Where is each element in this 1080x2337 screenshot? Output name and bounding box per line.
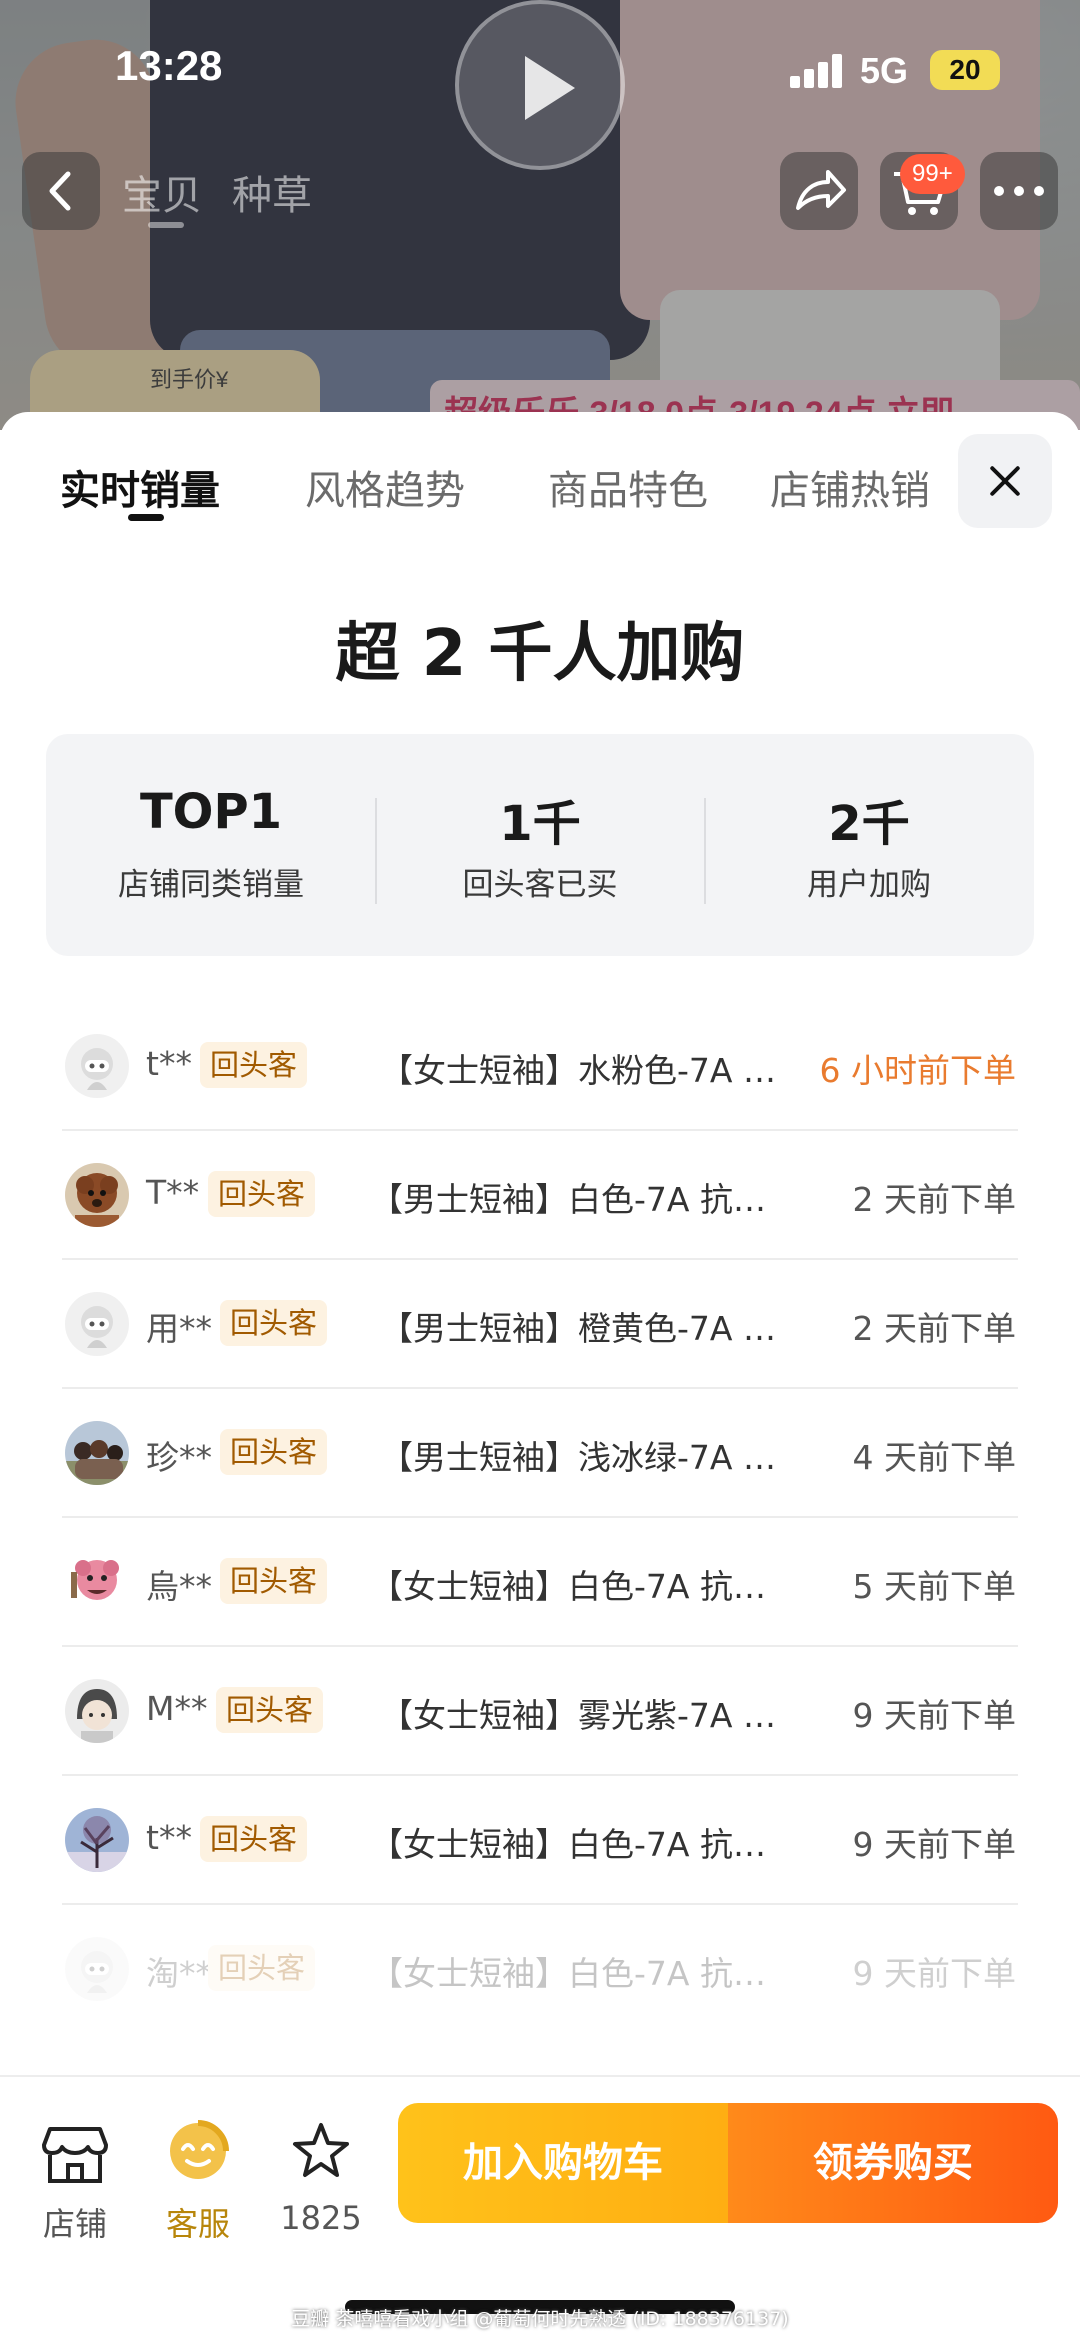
shop-button[interactable]: 店铺 (20, 2105, 130, 2243)
stat-top-rank: TOP1 店铺同类销量 (46, 734, 376, 956)
stat-add-to-cart: 2千 用户加购 (704, 734, 1034, 956)
tab-style-trend[interactable]: 风格趋势 (305, 458, 465, 516)
tab-baobei[interactable]: 宝贝 (122, 163, 202, 221)
order-row[interactable]: 淘** 回头客 【女士短袖】白色-7A 抗菌短袖 9 天前下单 (62, 1905, 1018, 2034)
share-icon (796, 170, 846, 210)
watermark: 豆瓣 茶嘻嘻看戏小组 @葡萄何时先熟透 (ID: 188376137) (291, 2308, 789, 2330)
order-row[interactable]: 珍** 回头客 【男士短袖】浅冰绿-7A 抗菌 4 天前下单 (62, 1389, 1018, 1518)
repeat-buyer-tag: 回头客 (208, 1945, 316, 1991)
order-time: 5 天前下单 (852, 1567, 1017, 1606)
repeat-buyer-tag: 回头客 (220, 1300, 328, 1346)
product-name: 【男士短袖】白色-7A 抗菌短袖 (370, 1180, 775, 1219)
sheet-tabs: 实时销量 风格趋势 商品特色 店铺热销 (0, 412, 1080, 532)
product-name: 【女士短袖】雾光紫-7A 抗菌 (380, 1696, 785, 1735)
user-name: 烏** (146, 1567, 212, 1606)
store-icon (42, 2127, 108, 2183)
avatar (65, 1163, 129, 1227)
order-time: 2 天前下单 (852, 1180, 1017, 1219)
user-name: T** (146, 1173, 200, 1212)
order-row[interactable]: t** 回头客 【女士短袖】水粉色-7A 抗菌 6 小时前下单 (62, 1002, 1018, 1131)
order-time: 9 天前下单 (852, 1954, 1017, 1993)
network-type: 5G (860, 50, 909, 91)
stats-card: TOP1 店铺同类销量 1千 回头客已买 2千 用户加购 (46, 734, 1034, 956)
user-name: t** (146, 1818, 192, 1857)
stat-value: TOP1 (139, 784, 283, 840)
tab-clip: 店铺热销 (770, 452, 932, 512)
cart-badge: 99+ (900, 154, 965, 194)
coupon-buy-button[interactable]: 领券购买 (728, 2103, 1058, 2223)
product-name: 【女士短袖】白色-7A 抗菌短袖 (370, 1567, 775, 1606)
order-time: 9 天前下单 (852, 1825, 1017, 1864)
repeat-buyer-tag: 回头客 (200, 1816, 308, 1862)
tab-product-features[interactable]: 商品特色 (548, 458, 708, 516)
avatar (65, 1292, 129, 1356)
more-button[interactable] (980, 152, 1058, 230)
avatar (65, 1937, 129, 2001)
user-name: t** (146, 1044, 192, 1083)
repeat-buyer-tag: 回头客 (220, 1429, 328, 1475)
favorite-count: 1825 (280, 2199, 362, 2237)
order-time: 6 小时前下单 (819, 1051, 1017, 1090)
repeat-buyer-tag: 回头客 (208, 1171, 316, 1217)
avatar (65, 1034, 129, 1098)
tab-realtime-sales[interactable]: 实时销量 (60, 458, 220, 516)
customer-service-icon (170, 2120, 229, 2179)
bottom-action-bar: 店铺 客服 1825 加入购物车 领券购买 (0, 2075, 1080, 2337)
order-row[interactable]: t** 回头客 【女士短袖】白色-7A 抗菌短袖 9 天前下单 (62, 1776, 1018, 1905)
stat-value: 2千 (828, 796, 910, 852)
product-name: 【男士短袖】浅冰绿-7A 抗菌 (380, 1438, 785, 1477)
customer-service-label: 客服 (165, 2205, 230, 2243)
repeat-buyer-tag: 回头客 (200, 1042, 308, 1088)
battery-level: 20 (949, 54, 981, 85)
stat-label: 店铺同类销量 (118, 867, 304, 903)
stat-label: 回头客已买 (462, 867, 618, 903)
back-button[interactable] (22, 152, 100, 230)
favorite-button[interactable]: 1825 (266, 2105, 376, 2237)
close-button[interactable] (958, 434, 1052, 528)
sheet-headline: 超 2 千人加购 (335, 617, 745, 691)
battery-icon: 20 (930, 50, 1000, 90)
stat-label: 用户加购 (807, 867, 931, 903)
avatar (65, 1808, 129, 1872)
repeat-buyer-tag: 回头客 (220, 1558, 328, 1604)
share-button[interactable] (780, 152, 858, 230)
active-tab-indicator (128, 514, 164, 521)
more-icon (994, 186, 1004, 196)
add-to-cart-button[interactable]: 加入购物车 (398, 2103, 728, 2223)
user-name: M** (146, 1689, 208, 1728)
tab-indicator (148, 222, 184, 228)
star-icon (293, 2123, 349, 2177)
stat-value: 1千 (499, 796, 581, 852)
tab-zhongcao[interactable]: 种草 (232, 163, 312, 221)
coupon-buy-label: 领券购买 (813, 2140, 973, 2186)
order-row[interactable]: 用** 回头客 【男士短袖】橙黄色-7A 抗菌 2 天前下单 (62, 1260, 1018, 1389)
product-name: 【女士短袖】水粉色-7A 抗菌 (380, 1051, 785, 1090)
order-row[interactable]: T** 回头客 【男士短袖】白色-7A 抗菌短袖 2 天前下单 (62, 1131, 1018, 1260)
user-name: 珍** (146, 1438, 212, 1477)
back-icon (49, 171, 71, 211)
product-name: 【女士短袖】白色-7A 抗菌短袖 (370, 1954, 775, 1993)
avatar (65, 1550, 129, 1614)
shop-label: 店铺 (42, 2205, 107, 2243)
user-name: 淘** (146, 1954, 212, 1993)
order-row[interactable]: M** 回头客 【女士短袖】雾光紫-7A 抗菌 9 天前下单 (62, 1647, 1018, 1776)
order-time: 9 天前下单 (852, 1696, 1017, 1735)
sales-sheet: 实时销量 风格趋势 商品特色 店铺热销 超 2 千人加购 TOP1 店铺同类销量… (0, 412, 1080, 2337)
repeat-buyer-tag: 回头客 (216, 1687, 324, 1733)
avatar (65, 1679, 129, 1743)
tab-store-bestsellers[interactable]: 店铺热销 (770, 458, 930, 512)
product-name: 【男士短袖】橙黄色-7A 抗菌 (380, 1309, 785, 1348)
add-to-cart-label: 加入购物车 (463, 2140, 663, 2186)
product-name: 【女士短袖】白色-7A 抗菌短袖 (370, 1825, 775, 1864)
play-icon[interactable] (455, 0, 625, 170)
stat-repeat-buyers: 1千 回头客已买 (375, 734, 705, 956)
customer-service-button[interactable]: 客服 (143, 2105, 253, 2243)
status-time: 13:28 (115, 42, 223, 89)
order-time: 4 天前下单 (852, 1438, 1017, 1477)
signal-icon (790, 54, 844, 88)
order-row[interactable]: 烏** 回头客 【女士短袖】白色-7A 抗菌短袖 5 天前下单 (62, 1518, 1018, 1647)
order-time: 2 天前下单 (852, 1309, 1017, 1348)
avatar (65, 1421, 129, 1485)
user-name: 用** (146, 1309, 212, 1348)
